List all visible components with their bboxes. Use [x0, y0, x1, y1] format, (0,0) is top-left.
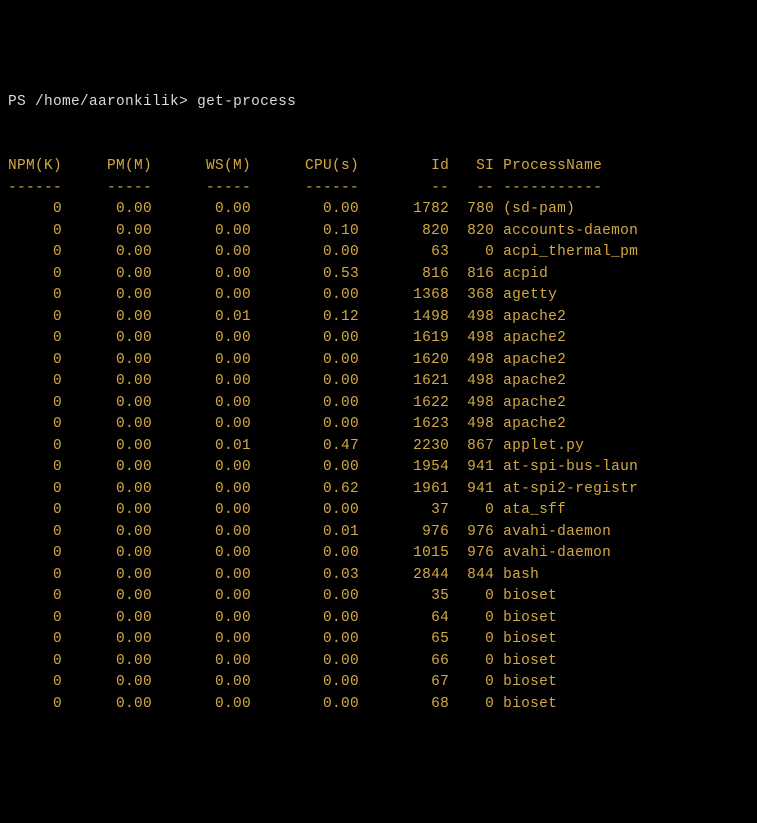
table-row: 0 0.00 0.00 0.00 63 0 acpi_thermal_pm — [8, 242, 749, 264]
process-table: NPM(K) PM(M) WS(M) CPU(s) Id SI ProcessN… — [8, 156, 749, 715]
table-row: 0 0.00 0.01 0.47 2230 867 applet.py — [8, 436, 749, 458]
table-row: 0 0.00 0.00 0.10 820 820 accounts-daemon — [8, 221, 749, 243]
table-row: 0 0.00 0.00 0.00 1623 498 apache2 — [8, 414, 749, 436]
table-row: 0 0.00 0.01 0.12 1498 498 apache2 — [8, 307, 749, 329]
table-divider: ------ ----- ----- ------ -- -- --------… — [8, 178, 749, 200]
table-row: 0 0.00 0.00 0.00 68 0 bioset — [8, 694, 749, 716]
table-row: 0 0.00 0.00 0.00 1619 498 apache2 — [8, 328, 749, 350]
table-row: 0 0.00 0.00 0.00 1620 498 apache2 — [8, 350, 749, 372]
table-row: 0 0.00 0.00 0.00 35 0 bioset — [8, 586, 749, 608]
table-row: 0 0.00 0.00 0.00 1782 780 (sd-pam) — [8, 199, 749, 221]
table-row: 0 0.00 0.00 0.00 65 0 bioset — [8, 629, 749, 651]
table-row: 0 0.00 0.00 0.00 64 0 bioset — [8, 608, 749, 630]
table-row: 0 0.00 0.00 0.62 1961 941 at-spi2-regist… — [8, 479, 749, 501]
table-row: 0 0.00 0.00 0.00 1621 498 apache2 — [8, 371, 749, 393]
prompt-ps: PS — [8, 94, 26, 110]
table-row: 0 0.00 0.00 0.00 1954 941 at-spi-bus-lau… — [8, 457, 749, 479]
table-row: 0 0.00 0.00 0.00 66 0 bioset — [8, 651, 749, 673]
table-row: 0 0.00 0.00 0.53 816 816 acpid — [8, 264, 749, 286]
prompt-arrow: > — [179, 94, 188, 110]
prompt-path: /home/aaronkilik — [35, 94, 179, 110]
table-row: 0 0.00 0.00 0.00 67 0 bioset — [8, 672, 749, 694]
prompt-command: get-process — [197, 94, 296, 110]
table-row: 0 0.00 0.00 0.00 1622 498 apache2 — [8, 393, 749, 415]
table-row: 0 0.00 0.00 0.03 2844 844 bash — [8, 565, 749, 587]
table-row: 0 0.00 0.00 0.01 976 976 avahi-daemon — [8, 522, 749, 544]
table-row: 0 0.00 0.00 0.00 1015 976 avahi-daemon — [8, 543, 749, 565]
prompt-line[interactable]: PS /home/aaronkilik> get-process — [8, 92, 749, 114]
table-row: 0 0.00 0.00 0.00 37 0 ata_sff — [8, 500, 749, 522]
table-row: 0 0.00 0.00 0.00 1368 368 agetty — [8, 285, 749, 307]
table-header: NPM(K) PM(M) WS(M) CPU(s) Id SI ProcessN… — [8, 156, 749, 178]
